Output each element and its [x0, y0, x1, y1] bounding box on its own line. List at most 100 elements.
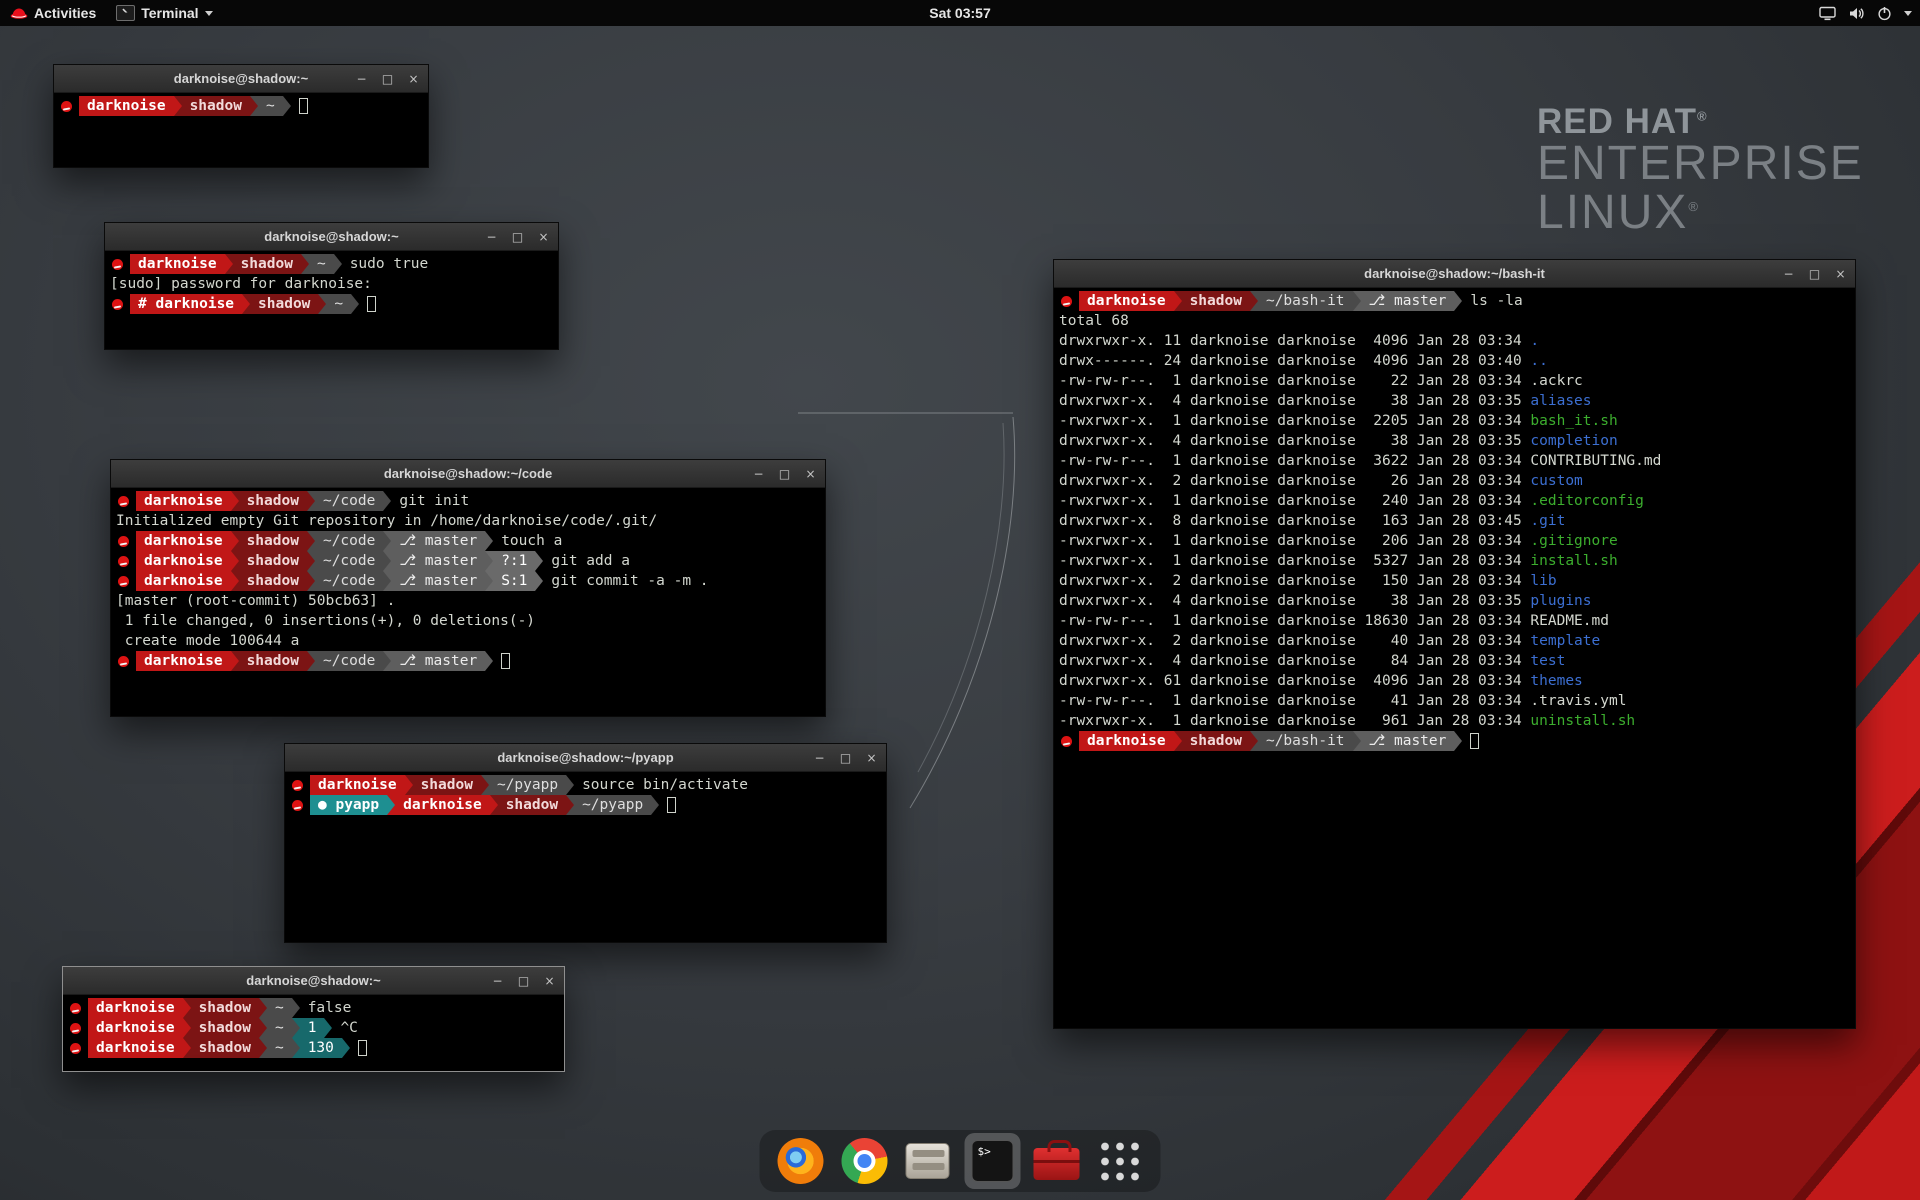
prompt-segment-host: shadow	[239, 651, 307, 671]
window-titlebar[interactable]: darknoise@shadow:~−□×	[54, 65, 428, 93]
window-titlebar[interactable]: darknoise@shadow:~−□×	[63, 967, 564, 995]
filename-dir: lib	[1530, 573, 1556, 589]
prompt-segment-user: darknoise	[136, 571, 231, 591]
minimize-button[interactable]: −	[353, 70, 370, 87]
brand-line-linux: LINUX®	[1537, 189, 1864, 238]
prompt-segment-host: shadow	[1182, 731, 1250, 751]
terminal-window-3[interactable]: darknoise@shadow:~/pyapp−□×darknoiseshad…	[284, 743, 887, 943]
system-status-area[interactable]	[1819, 0, 1920, 26]
minimize-button[interactable]: −	[483, 228, 500, 245]
terminal-window-0[interactable]: darknoise@shadow:~−□×darknoiseshadow~	[53, 64, 429, 168]
clock-button[interactable]: Sat 03:57	[917, 0, 1002, 26]
prompt-segment-path: ~/code	[315, 651, 383, 671]
powerline-arrow-icon	[307, 651, 315, 671]
terminal-window-1[interactable]: darknoise@shadow:~ −□ × darknoiseshadow~sud…	[104, 222, 559, 350]
terminal-content[interactable]: darknoiseshadow~	[54, 93, 428, 119]
powerline-arrow-icon	[259, 1018, 267, 1038]
prompt-segment-user: darknoise	[395, 795, 490, 815]
maximize-button[interactable]: □	[776, 465, 793, 482]
powerline-arrow-icon	[1353, 731, 1361, 751]
close-button[interactable]: ×	[863, 749, 880, 766]
terminal-line: drwxrwxr-x. 11 darknoise darknoise 4096 …	[1059, 331, 1850, 351]
terminal-icon[interactable]: $>	[965, 1133, 1021, 1189]
close-button[interactable]: ×	[802, 465, 819, 482]
prompt-segment-user: darknoise	[88, 1038, 183, 1058]
powerline-arrow-icon	[292, 998, 300, 1018]
terminal-line: darknoiseshadow~/code⎇ masterS:1git comm…	[116, 571, 820, 591]
window-titlebar[interactable]: darknoise@shadow:~/code −□ ×	[111, 460, 825, 488]
terminal-content[interactable]: darknoiseshadow~/codegit initInitialized…	[111, 488, 825, 674]
prompt-segment-path: ~/code	[315, 551, 383, 571]
toolbox-icon[interactable]	[1034, 1148, 1080, 1180]
close-button[interactable]: ×	[1832, 265, 1849, 282]
close-button[interactable]: ×	[405, 70, 422, 87]
maximize-button[interactable]: □	[1806, 265, 1823, 282]
window-titlebar[interactable]: darknoise@shadow:~/bash-it−□×	[1054, 260, 1855, 288]
prompt-segment-host: shadow	[413, 775, 481, 795]
maximize-button[interactable]: □	[515, 972, 532, 989]
volume-icon	[1848, 6, 1865, 21]
terminal-window-2[interactable]: darknoise@shadow:~/code−□×darknoiseshado…	[110, 459, 826, 717]
powerline-arrow-icon	[324, 1018, 332, 1038]
powerline-arrow-icon	[292, 1018, 300, 1038]
powerline-arrow-icon	[485, 531, 493, 551]
terminal-cursor	[501, 653, 510, 669]
files-icon[interactable]	[906, 1143, 950, 1179]
terminal-line: drwxrwxr-x. 4 darknoise darknoise 38 Jan…	[1059, 391, 1850, 411]
dock: $>	[760, 1130, 1161, 1192]
close-button[interactable]: ×	[541, 972, 558, 989]
powerline-arrow-icon	[485, 551, 493, 571]
redhat-prompt-icon	[292, 780, 303, 791]
terminal-line: ● pyappdarknoiseshadow~/pyapp	[290, 795, 881, 815]
redhat-prompt-icon	[61, 101, 72, 112]
powerline-arrow-icon	[535, 571, 543, 591]
minimize-button[interactable]: −	[750, 465, 767, 482]
prompt-segment-user: darknoise	[88, 998, 183, 1018]
prompt-segment-host: shadow	[191, 1018, 259, 1038]
terminal-content[interactable]: darknoiseshadow~falsedarknoiseshadow~1^C…	[63, 995, 564, 1061]
window-title: darknoise@shadow:~	[264, 229, 398, 244]
prompt-segment-user: # darknoise	[130, 294, 242, 314]
window-title: darknoise@shadow:~/code	[384, 466, 552, 481]
prompt-segment-path: ~	[258, 96, 283, 116]
powerline-arrow-icon	[1250, 291, 1258, 311]
terminal-line: darknoiseshadow~/code⎇ master	[116, 651, 820, 671]
window-controls: −□ ×	[1780, 260, 1849, 287]
terminal-line: -rw-rw-r--. 1 darknoise darknoise 3622 J…	[1059, 451, 1850, 471]
window-titlebar[interactable]: darknoise@shadow:~/pyapp−□×	[285, 744, 886, 772]
minimize-button[interactable]: −	[489, 972, 506, 989]
powerline-arrow-icon	[307, 551, 315, 571]
app-menu-terminal[interactable]: Terminal	[106, 0, 222, 26]
prompt-segment-path: ~/bash-it	[1258, 731, 1353, 751]
powerline-arrow-icon	[481, 775, 489, 795]
powerline-arrow-icon	[383, 531, 391, 551]
filename-exec: .gitignore	[1530, 533, 1617, 549]
terminal-line: darknoiseshadow~130	[68, 1038, 559, 1058]
prompt-segment-path: ~/code	[315, 571, 383, 591]
firefox-icon[interactable]	[778, 1138, 824, 1184]
terminal-cursor	[667, 797, 676, 813]
chrome-icon[interactable]	[842, 1138, 888, 1184]
output-text: drwxrwxr-x. 2 darknoise darknoise 40 Jan…	[1059, 633, 1530, 649]
close-button[interactable]: ×	[535, 228, 552, 245]
powerline-arrow-icon	[231, 551, 239, 571]
terminal-content[interactable]: darknoiseshadow~sudo true[sudo] password…	[105, 251, 558, 317]
terminal-content[interactable]: darknoiseshadow~/pyappsource bin/activat…	[285, 772, 886, 818]
clock-label: Sat 03:57	[929, 5, 990, 21]
output-text: create mode 100644 a	[116, 633, 299, 649]
maximize-button[interactable]: □	[379, 70, 396, 87]
filename-dir: test	[1530, 653, 1565, 669]
window-titlebar[interactable]: darknoise@shadow:~ −□ ×	[105, 223, 558, 251]
terminal-cursor	[299, 98, 308, 114]
powerline-arrow-icon	[1454, 731, 1462, 751]
minimize-button[interactable]: −	[811, 749, 828, 766]
app-grid-icon[interactable]	[1098, 1139, 1143, 1184]
terminal-content[interactable]: darknoiseshadow~/bash-it⎇ masterls -lato…	[1054, 288, 1855, 754]
terminal-window-5[interactable]: darknoise@shadow:~/bash-it−□×darknoisesh…	[1053, 259, 1856, 1029]
command-text: source bin/activate	[582, 777, 748, 793]
maximize-button[interactable]: □	[837, 749, 854, 766]
maximize-button[interactable]: □	[509, 228, 526, 245]
terminal-window-4[interactable]: darknoise@shadow:~−□×darknoiseshadow~fal…	[62, 966, 565, 1072]
activities-button[interactable]: Activities	[0, 0, 106, 26]
minimize-button[interactable]: −	[1780, 265, 1797, 282]
